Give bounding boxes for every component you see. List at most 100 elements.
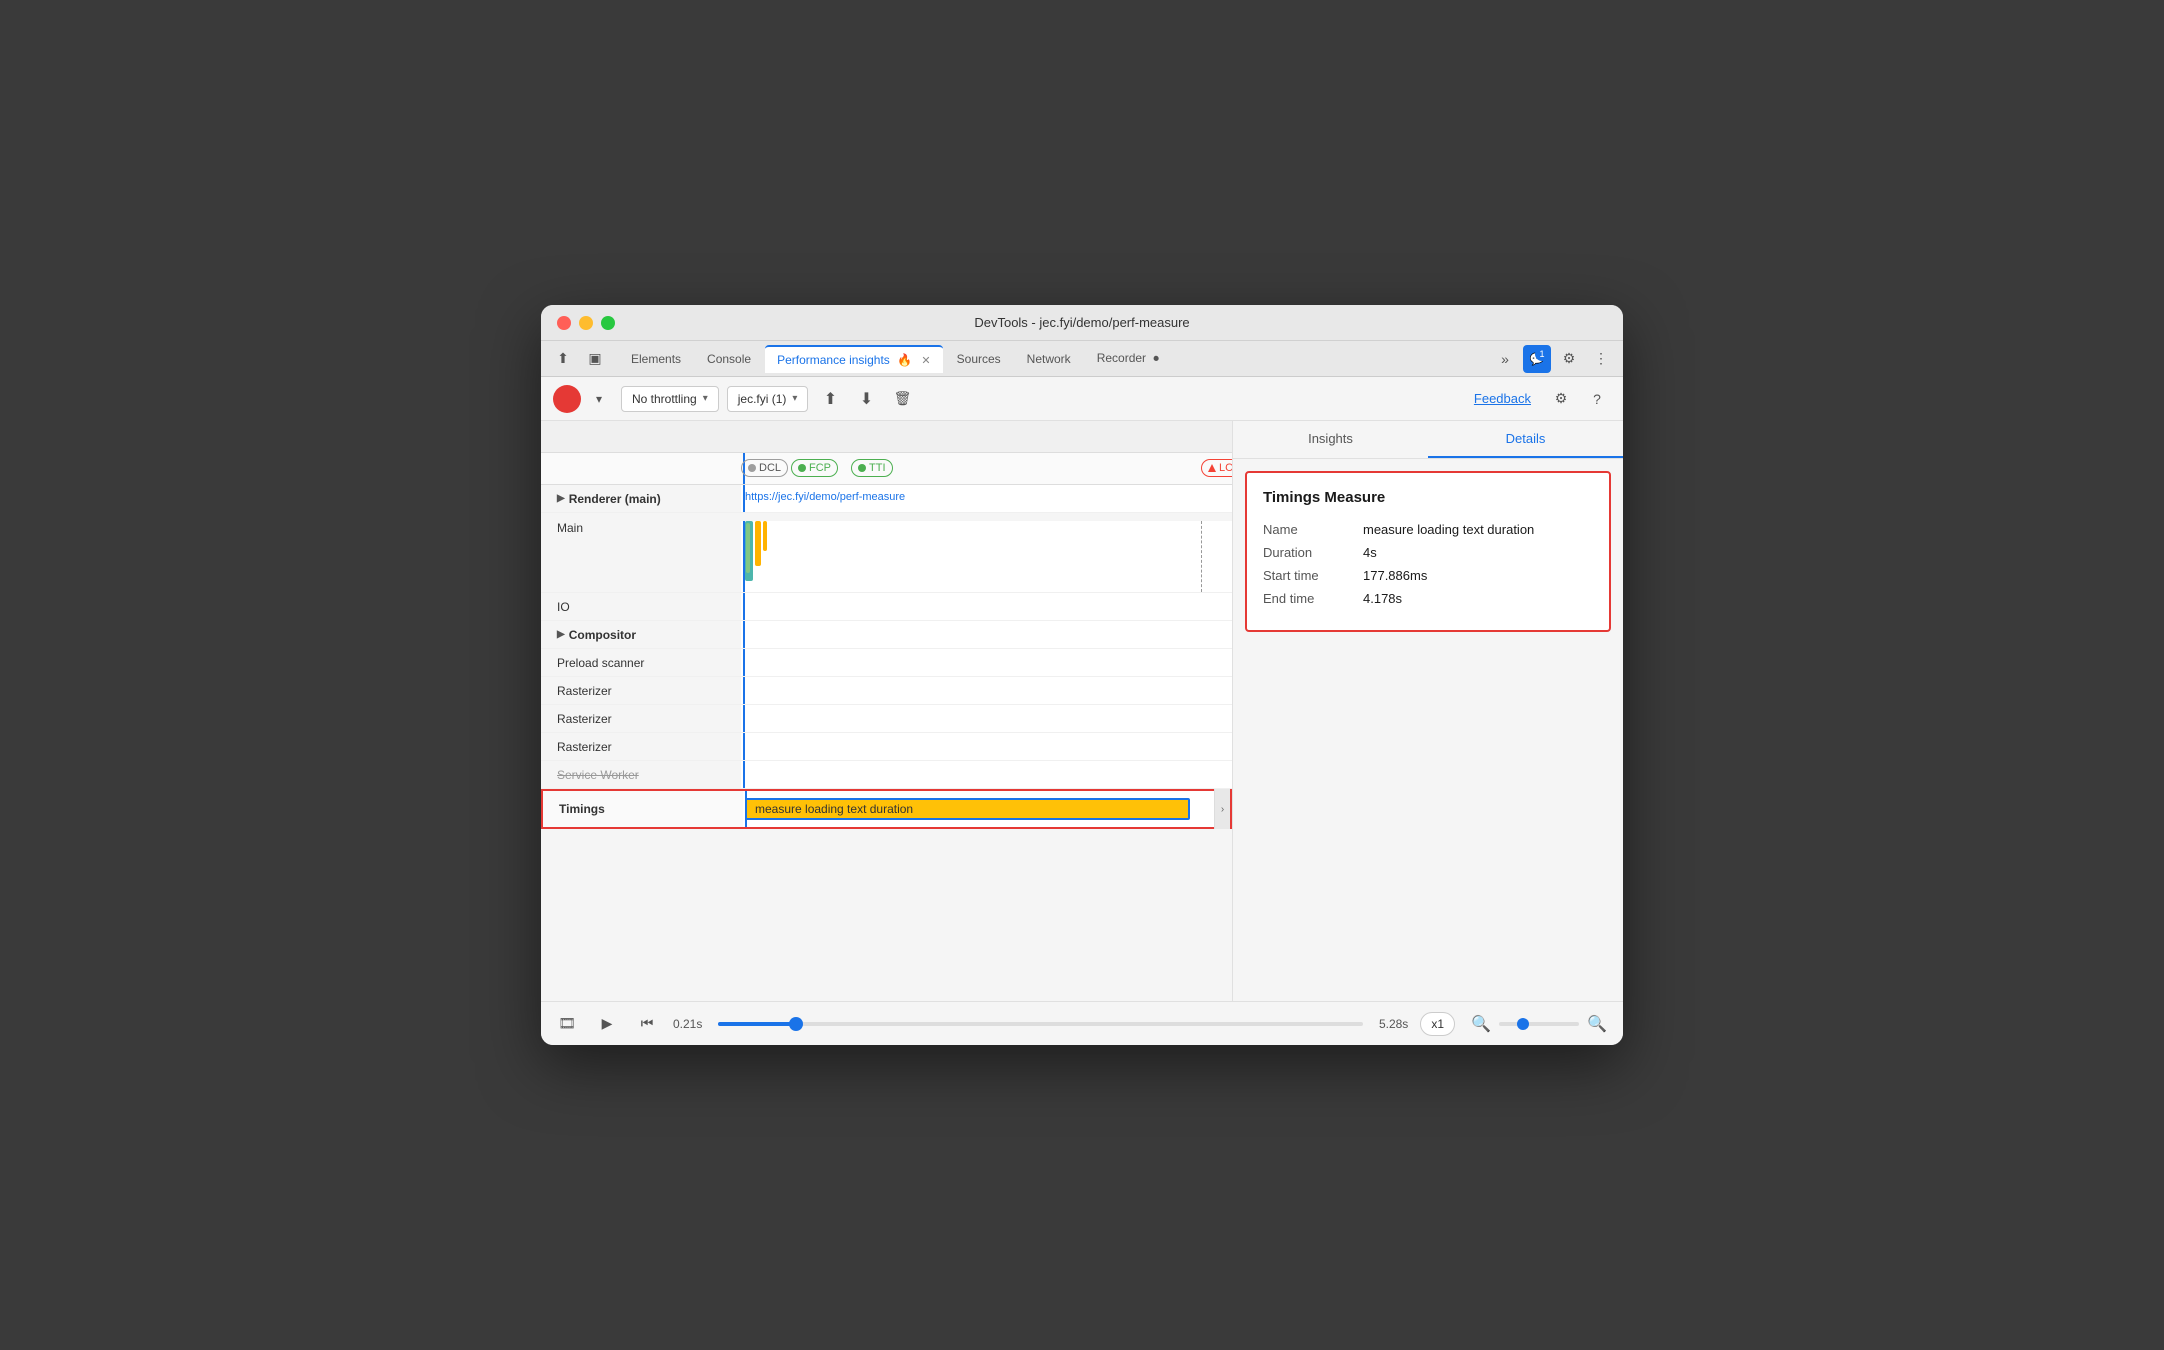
record-button[interactable] [553, 385, 581, 413]
io-row-label: IO [541, 600, 741, 614]
zoom-in-icon[interactable]: 🔍 [1583, 1010, 1611, 1038]
settings-gear-icon[interactable]: ⚙ [1547, 385, 1575, 413]
screenshot-icon[interactable]: 🎞 [553, 1010, 581, 1038]
compositor-row-label: ▶ Compositor [541, 628, 741, 642]
tti-dot [858, 464, 866, 472]
table-row: ▶ Compositor [541, 621, 1232, 649]
expand-panel-icon[interactable]: › [1214, 789, 1230, 829]
expand-compositor-icon[interactable]: ▶ [557, 629, 565, 640]
milestone-lcp[interactable]: LCP [1201, 459, 1233, 477]
device-icon[interactable]: ▣ [581, 345, 609, 373]
cursor-line-r1 [743, 677, 745, 704]
title-bar: DevTools - jec.fyi/demo/perf-measure [541, 305, 1623, 341]
tab-elements[interactable]: Elements [619, 346, 693, 372]
record-dropdown[interactable]: ▾ [585, 385, 613, 413]
slider-track [718, 1022, 795, 1026]
tab-more: » 💬 1 ⚙ ⋮ [1491, 345, 1615, 373]
toolbar: ▾ No throttling ▾ jec.fyi (1) ▾ ⬆ ⬇ 🗑 Fe… [541, 377, 1623, 421]
notification-badge: 1 [1535, 347, 1549, 361]
preload-row-content [741, 649, 1232, 676]
maximize-button[interactable] [601, 316, 615, 330]
details-duration-value: 4s [1363, 545, 1377, 560]
rasterizer-1-content [741, 677, 1232, 704]
main-row-content [741, 521, 1232, 592]
right-panel-tabs: Insights Details [1233, 421, 1623, 459]
rasterizer-3-content [741, 733, 1232, 760]
chat-icon[interactable]: 💬 1 [1523, 345, 1551, 373]
time-start: 0.21s [673, 1017, 702, 1031]
service-worker-label: Service Worker [541, 768, 741, 782]
site-dropdown[interactable]: jec.fyi (1) ▾ [727, 386, 809, 412]
table-row: Rasterizer [541, 733, 1232, 761]
details-title: Timings Measure [1263, 489, 1593, 506]
table-row: Rasterizer [541, 677, 1232, 705]
timeline-panel: 0ms 1,600ms 3,200ms 4,800m DCL [541, 421, 1233, 1001]
more-tabs-button[interactable]: » [1491, 345, 1519, 373]
tab-icons: ⬆ ▣ [549, 345, 609, 373]
main-content: 0ms 1,600ms 3,200ms 4,800m DCL [541, 421, 1623, 1001]
milestone-dcl[interactable]: DCL [741, 459, 788, 477]
tab-network[interactable]: Network [1015, 346, 1083, 372]
renderer-main-content: https://jec.fyi/demo/perf-measure [741, 485, 1232, 512]
throttling-dropdown[interactable]: No throttling ▾ [621, 386, 719, 412]
details-start-label: Start time [1263, 568, 1363, 583]
tab-sources[interactable]: Sources [945, 346, 1013, 372]
cursor-icon[interactable]: ⬆ [549, 345, 577, 373]
help-icon[interactable]: ? [1583, 385, 1611, 413]
dashed-line [1201, 521, 1202, 592]
tab-details[interactable]: Details [1428, 421, 1623, 458]
rasterizer-2-content [741, 705, 1232, 732]
zoom-slider-thumb[interactable] [1517, 1018, 1529, 1030]
io-row-content [741, 593, 1232, 620]
zoom-slider[interactable] [1499, 1022, 1579, 1026]
right-panel: Insights Details Timings Measure Name me… [1233, 421, 1623, 1001]
tabs-bar: ⬆ ▣ Elements Console Performance insight… [541, 341, 1623, 377]
cursor-line-r3 [743, 733, 745, 760]
slider-thumb[interactable] [789, 1017, 803, 1031]
close-button[interactable] [557, 316, 571, 330]
timings-measure-bar[interactable]: measure loading text duration [745, 798, 1190, 820]
rasterizer-1-label: Rasterizer [541, 684, 741, 698]
settings-icon[interactable]: ⚙ [1555, 345, 1583, 373]
flame-bar[interactable] [763, 521, 767, 551]
download-icon[interactable]: ⬇ [852, 385, 880, 413]
zoom-out-icon[interactable]: 🔍 [1467, 1010, 1495, 1038]
minimize-button[interactable] [579, 316, 593, 330]
preload-row-label: Preload scanner [541, 656, 741, 670]
milestone-fcp[interactable]: FCP [791, 459, 838, 477]
flame-bar[interactable] [746, 523, 750, 573]
time-slider[interactable] [718, 1022, 1363, 1026]
timings-row: Timings measure loading text duration › [541, 789, 1232, 829]
flame-bar[interactable] [755, 521, 761, 566]
cursor-line-r2 [743, 705, 745, 732]
dcl-dot [748, 464, 756, 472]
window-title: DevTools - jec.fyi/demo/perf-measure [974, 315, 1189, 330]
compositor-row-content [741, 621, 1232, 648]
details-duration-label: Duration [1263, 545, 1363, 560]
tab-recorder[interactable]: Recorder ⏺ [1085, 345, 1171, 372]
speed-button[interactable]: x1 [1420, 1012, 1455, 1036]
zoom-controls: 🔍 🔍 [1467, 1010, 1611, 1038]
upload-icon[interactable]: ⬆ [816, 385, 844, 413]
details-name-label: Name [1263, 522, 1363, 537]
main-row-label: Main [541, 521, 741, 535]
details-card: Timings Measure Name measure loading tex… [1245, 471, 1611, 632]
delete-icon[interactable]: 🗑 [888, 385, 916, 413]
tab-console[interactable]: Console [695, 346, 763, 372]
feedback-link[interactable]: Feedback [1474, 391, 1531, 406]
details-end-value: 4.178s [1363, 591, 1402, 606]
skip-to-start-icon[interactable]: ⏮ [633, 1010, 661, 1038]
bottom-bar: 🎞 ▶ ⏮ 0.21s 5.28s x1 🔍 🔍 [541, 1001, 1623, 1045]
play-button[interactable]: ▶ [593, 1010, 621, 1038]
tab-close-icon[interactable]: ✕ [921, 355, 930, 367]
tab-performance-insights[interactable]: Performance insights 🔥 ✕ [765, 345, 943, 373]
details-row-duration: Duration 4s [1263, 545, 1593, 560]
tab-insights[interactable]: Insights [1233, 421, 1428, 458]
site-dropdown-arrow: ▾ [792, 393, 797, 404]
expand-icon[interactable]: ▶ [557, 493, 565, 504]
timings-label: Timings [543, 802, 743, 816]
milestones-area: DCL FCP TTI LCP [741, 453, 1232, 484]
cursor-line-io [743, 593, 745, 620]
milestone-tti[interactable]: TTI [851, 459, 893, 477]
more-options-icon[interactable]: ⋮ [1587, 345, 1615, 373]
